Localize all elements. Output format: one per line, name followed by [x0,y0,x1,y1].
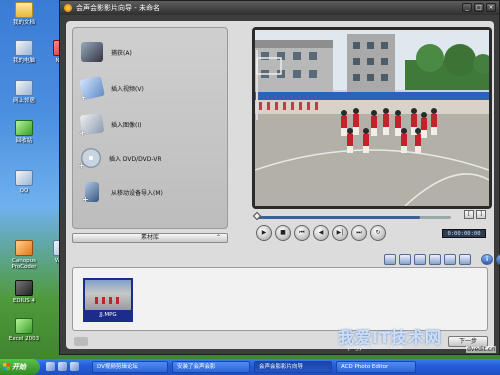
taskbar-item-acd[interactable]: ACD Photo Editor [336,361,416,373]
show-desktop-icon[interactable] [58,362,67,371]
taskbar-item-forum[interactable]: DV视频剪辑论坛 [92,361,168,373]
wizard-body: 捕获(A) + 插入视频(V) + 插入图像(I) + 插入 DVD/DVD-V… [66,21,500,349]
insert-image-option[interactable]: + 插入图像(I) [79,112,141,138]
close-button[interactable]: × [486,3,496,12]
ie-icon[interactable] [46,362,55,371]
qq-icon [15,170,33,186]
quick-launch [46,362,79,371]
info-icon[interactable]: i [481,254,493,265]
playback-timeline[interactable] [252,211,451,221]
desktop-icon-network[interactable]: 网上邻居 [2,80,46,104]
settings-icon[interactable] [74,337,88,346]
schoolyard-scene [255,30,489,206]
excel-icon [15,318,33,334]
go-to-end-button[interactable]: ⏭ [351,225,367,241]
movie-wizard-window: 会声会影影片向导 - 未命名 _ □ × 捕获(A) + 插入视频(V) + 插… [59,0,500,355]
camcorder-icon [81,42,103,62]
clip-name: JJ.MPG [99,312,117,318]
import-mobile-option[interactable]: + 从移动设备导入(M) [81,180,163,204]
timeline-progress [256,216,420,219]
desktop-icon-recycle-bin[interactable]: 回收站 [2,120,46,144]
delete-icon[interactable] [414,254,426,265]
desktop-icon-qq[interactable]: QQ [2,170,46,194]
rotate-right-icon[interactable] [459,254,471,265]
stop-button[interactable]: ■ [275,225,291,241]
next-button[interactable]: 下一步 [448,336,488,347]
clip-thumbnail [85,280,131,310]
computer-icon [15,40,33,56]
preview-window [252,27,492,209]
image-file-icon: + [79,112,105,138]
play-button[interactable]: ▶ [256,225,272,241]
capture-panel: 捕获(A) + 插入视频(V) + 插入图像(I) + 插入 DVD/DVD-V… [72,27,228,229]
library-button[interactable]: 素材库 ⌃ [72,233,228,243]
wizard-footer: 下一步 [66,335,494,349]
repeat-button[interactable]: ↻ [370,225,386,241]
media-player-icon[interactable] [70,362,79,371]
rotate-left-icon[interactable] [444,254,456,265]
media-toolbar: i ? [384,254,500,265]
edius-icon [15,280,33,296]
media-clip[interactable]: JJ.MPG [83,278,133,322]
folder-icon [15,2,33,18]
previous-frame-button[interactable]: ◀ [313,225,329,241]
film-icon[interactable] [399,254,411,265]
dvd-disc-icon: + [78,148,101,170]
recycle-bin-icon [15,120,33,136]
mobile-device-icon: + [82,182,99,204]
go-to-start-button[interactable]: ⏮ [294,225,310,241]
start-button[interactable]: 开始 [0,359,40,375]
next-frame-button[interactable]: ▶| [332,225,348,241]
timecode-display[interactable]: 0:00:00:00 [442,229,486,238]
video-file-icon: + [79,75,105,103]
desktop-icon-my-documents[interactable]: 我的文档 [2,2,46,26]
media-tray: JJ.MPG [72,267,488,331]
title-bar[interactable]: 会声会影影片向导 - 未命名 _ □ × [60,1,499,15]
network-icon [15,80,33,96]
minimize-button[interactable]: _ [462,3,472,12]
mark-in-button[interactable]: [ [464,210,474,219]
capture-option[interactable]: 捕获(A) [81,40,132,64]
window-title: 会声会影影片向导 - 未命名 [76,4,160,12]
app-logo-icon [64,4,72,12]
desktop-icon-edius[interactable]: EDIUS 4 [2,280,46,304]
insert-video-option[interactable]: + 插入视频(V) [79,75,144,103]
taskbar: 开始 DV视频剪辑论坛 安装了会声会影 会声会影影片向导 ACD Photo E… [0,359,500,375]
maximize-button[interactable]: □ [474,3,484,12]
monitor-icon[interactable] [384,254,396,265]
video-frame [255,30,489,206]
desktop-icon-excel[interactable]: Excel 2003 [2,318,46,342]
procoder-icon [15,240,33,256]
help-icon[interactable]: ? [496,254,500,265]
desktop-icon-procoder[interactable]: Canopus ProCoder [2,240,46,270]
playback-controls: ▶ ■ ⏮ ◀ ▶| ⏭ ↻ [256,225,386,241]
chevron-up-icon: ⌃ [215,234,221,241]
insert-dvd-option[interactable]: + 插入 DVD/DVD-VR [78,146,162,170]
sort-icon[interactable] [429,254,441,265]
taskbar-item-wizard[interactable]: 会声会影影片向导 [254,361,332,373]
mark-out-button[interactable]: ] [476,210,486,219]
taskbar-item-install[interactable]: 安装了会声会影 [172,361,250,373]
